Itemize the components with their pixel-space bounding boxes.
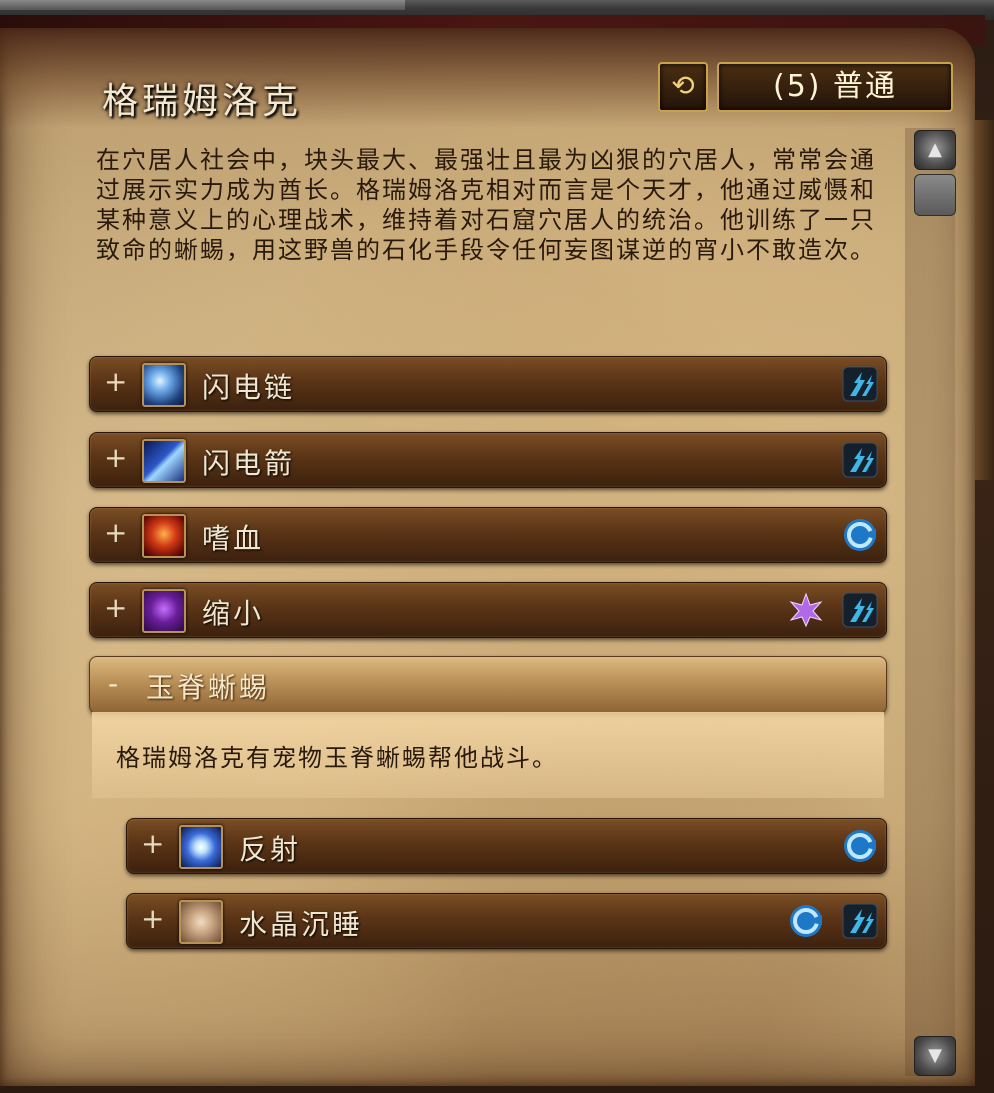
scrollbar-track[interactable] <box>905 128 955 1076</box>
interruptible-icon[interactable] <box>842 517 878 553</box>
expand-toggle[interactable]: + <box>104 365 127 398</box>
ability-row-reflect[interactable]: + 反射 <box>126 818 887 874</box>
section-name: 玉脊蜥蜴 <box>146 671 271 704</box>
collapse-toggle[interactable]: - <box>108 667 118 700</box>
expand-toggle[interactable]: + <box>104 591 127 624</box>
crystal-slumber-icon <box>179 900 223 944</box>
section-description: 格瑞姆洛克有宠物玉脊蜥蜴帮他战斗。 <box>116 744 558 772</box>
expand-toggle[interactable]: + <box>104 441 127 474</box>
difficulty-dropdown[interactable]: (5) 普通 <box>717 62 953 112</box>
chain-lightning-icon <box>142 363 186 407</box>
magic-dispel-icon[interactable] <box>842 366 878 402</box>
section-header-jade-spine-lizard[interactable]: - 玉脊蜥蜴 <box>89 656 887 714</box>
reset-button[interactable]: ⟲ <box>658 62 708 112</box>
ability-row-shrink[interactable]: + 缩小 <box>89 582 887 638</box>
side-tabs[interactable] <box>975 120 994 480</box>
bloodlust-icon <box>142 514 186 558</box>
expand-toggle[interactable]: + <box>141 827 164 860</box>
reflect-icon <box>179 825 223 869</box>
ability-name: 嗜血 <box>202 522 265 555</box>
scroll-down-icon[interactable]: ▼ <box>914 1036 956 1076</box>
expand-toggle[interactable]: + <box>104 516 127 549</box>
boss-title: 格瑞姆洛克 <box>102 81 303 122</box>
deadly-icon[interactable] <box>788 592 824 628</box>
scrollbar-thumb[interactable] <box>914 174 956 216</box>
reset-icon: ⟲ <box>671 69 695 102</box>
interruptible-icon[interactable] <box>842 828 878 864</box>
scroll-up-icon[interactable]: ▲ <box>914 130 956 170</box>
expand-toggle[interactable]: + <box>141 902 164 935</box>
magic-dispel-icon[interactable] <box>842 592 878 628</box>
ability-row-bloodlust[interactable]: + 嗜血 <box>89 507 887 563</box>
boss-description: 在穴居人社会中，块头最大、最强壮且最为凶狠的穴居人，常常会通过展示实力成为酋长。… <box>96 146 876 264</box>
window-top-border-left <box>0 0 405 10</box>
interruptible-icon[interactable] <box>788 903 824 939</box>
ability-row-chain-lightning[interactable]: + 闪电链 <box>89 356 887 412</box>
ability-name: 闪电链 <box>202 371 296 404</box>
magic-dispel-icon[interactable] <box>842 903 878 939</box>
encounter-journal-frame: 格瑞姆洛克 ⟲ (5) 普通 ▲ ▼ 在穴居人社会中，块头最大、最强壮且最为凶狠… <box>0 0 994 1093</box>
magic-dispel-icon[interactable] <box>842 442 878 478</box>
section-body: 格瑞姆洛克有宠物玉脊蜥蜴帮他战斗。 <box>92 712 884 798</box>
shrink-icon <box>142 589 186 633</box>
ability-name: 闪电箭 <box>202 447 296 480</box>
ability-name: 水晶沉睡 <box>239 908 364 941</box>
ability-row-lightning-bolt[interactable]: + 闪电箭 <box>89 432 887 488</box>
ability-name: 缩小 <box>202 597 265 630</box>
ability-row-crystal-slumber[interactable]: + 水晶沉睡 <box>126 893 887 949</box>
lightning-bolt-icon <box>142 439 186 483</box>
ability-name: 反射 <box>239 833 302 866</box>
